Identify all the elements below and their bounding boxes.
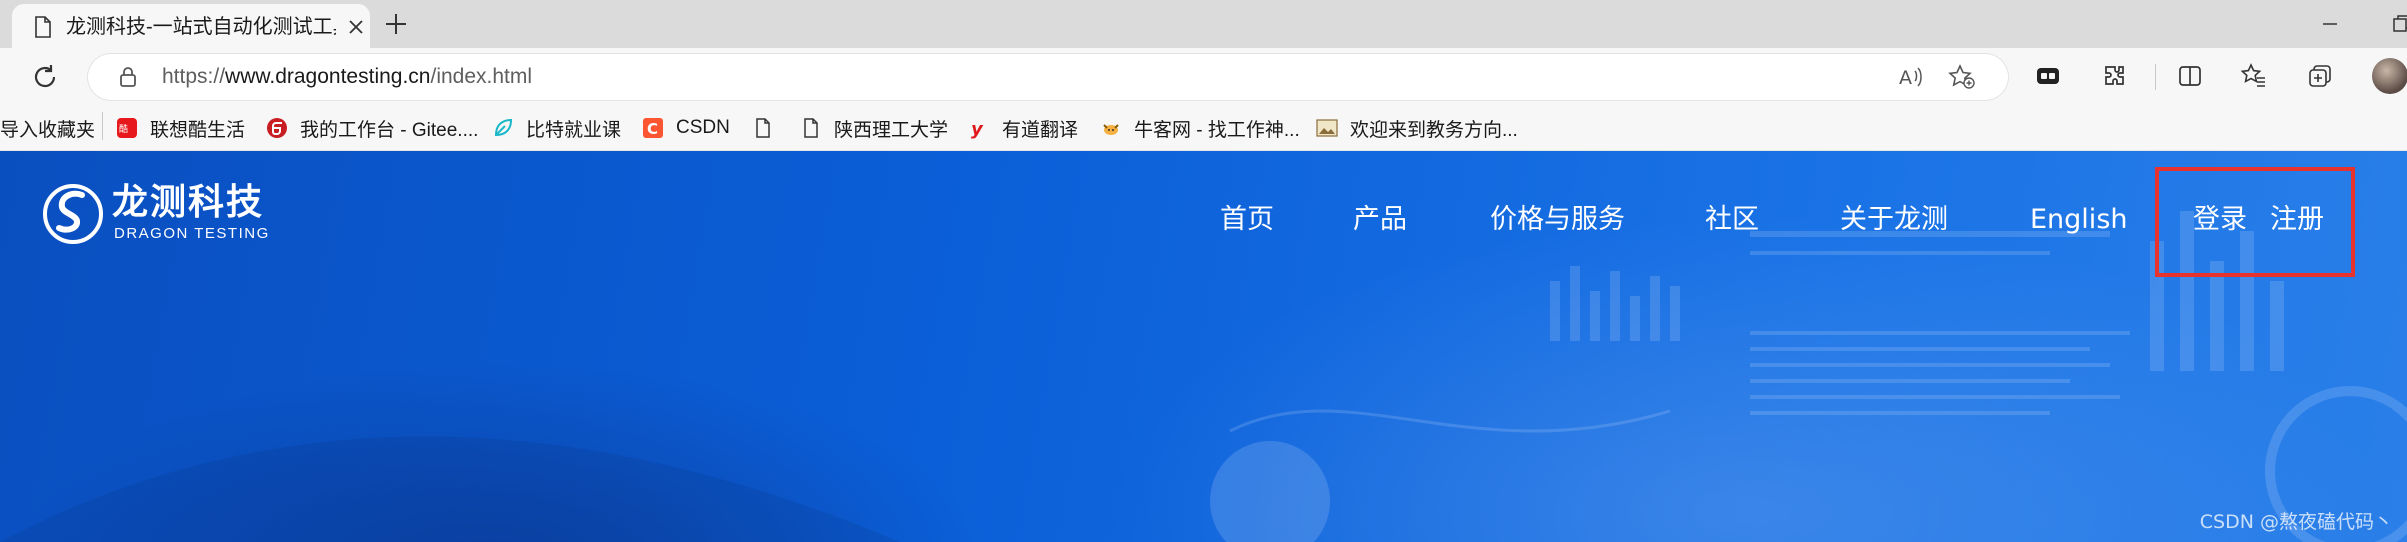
bookmark-snut[interactable]: 陕西理工大学 [800,106,948,150]
nowcoder-icon [1100,117,1122,139]
profile-avatar[interactable] [2372,58,2407,94]
extensions-puzzle-icon[interactable] [2100,62,2128,90]
url-text[interactable]: https://www.dragontesting.cn/index.html [162,64,532,90]
restore-icon[interactable] [2390,12,2407,36]
site-logo[interactable]: 龙测科技 DRAGON TESTING [40,179,280,249]
split-screen-icon[interactable] [2176,62,2204,90]
svg-text:y: y [971,119,984,139]
toolbar-divider [2155,64,2156,90]
browser-tab-strip: 龙测科技-一站式自动化测试工具 [0,0,2407,48]
extension-icon[interactable] [2034,62,2062,90]
browser-tab[interactable]: 龙测科技-一站式自动化测试工具 [12,4,370,48]
svg-text:C: C [647,120,658,138]
logo-cn-text: 龙测科技 [112,182,265,223]
csdn-watermark: CSDN @熬夜磕代码丶 [2199,511,2393,533]
nav-products[interactable]: 产品 [1353,203,1407,237]
svg-text:酷: 酷 [119,123,128,135]
lock-icon[interactable] [118,66,138,88]
page-icon [800,117,822,139]
refresh-icon[interactable] [30,62,60,92]
collections-icon[interactable] [2306,62,2334,90]
bookmark-csdn[interactable]: C CSDN [642,106,730,150]
bookmark-nowcoder[interactable]: 牛客网 - 找工作神... [1100,106,1300,150]
bookmark-label: 陕西理工大学 [834,119,949,141]
bookmark-label: 牛客网 - 找工作神... [1134,119,1300,141]
tab-title: 龙测科技-一站式自动化测试工具 [66,16,336,38]
leaf-icon [492,117,514,139]
bookmark-import[interactable]: 导入收藏夹 [0,106,95,150]
bookmark-label: CSDN [676,117,730,138]
read-aloud-icon[interactable]: A [1898,65,1924,89]
bookmark-label: 欢迎来到教务方向... [1350,119,1518,141]
annotation-highlight-box [2155,167,2355,277]
bookmark-label: 有道翻译 [1002,119,1079,141]
minimize-icon[interactable] [2318,12,2342,36]
bookmark-gitee[interactable]: 我的工作台 - Gitee.... [266,106,478,150]
nav-about[interactable]: 关于龙测 [1840,203,1948,237]
lenovo-icon: 酷 [116,117,138,139]
page-icon [752,117,774,139]
page-icon [35,16,51,38]
address-bar[interactable]: https://www.dragontesting.cn/index.html … [88,54,2008,100]
nav-english[interactable]: English [2030,203,2128,237]
bookmarks-bar: 导入收藏夹 酷 联想酷生活 我的工作台 - Gitee.... 比特就业课 C … [0,106,2407,151]
bookmark-label: 比特就业课 [526,119,622,141]
bookmark-jiaowu[interactable]: 欢迎来到教务方向... [1316,106,1518,150]
favorites-icon[interactable] [2240,62,2268,90]
bookmark-bite[interactable]: 比特就业课 [492,106,621,150]
nav-community[interactable]: 社区 [1705,203,1759,237]
site-header-hero: 龙测科技 DRAGON TESTING 首页 产品 价格与服务 社区 关于龙测 … [0,151,2407,542]
new-tab-icon[interactable] [382,10,410,38]
add-favorite-icon[interactable] [1948,64,1976,90]
nav-home[interactable]: 首页 [1220,203,1274,237]
image-icon [1316,117,1338,139]
bookmark-blank[interactable] [752,106,786,150]
url-domain: www.dragontesting.cn [225,65,431,88]
bookmark-lenovo[interactable]: 酷 联想酷生活 [116,106,245,150]
bookmark-label: 我的工作台 - Gitee.... [300,119,479,141]
logo-en-text: DRAGON TESTING [114,225,270,242]
bookmarks-divider [102,112,103,140]
close-tab-icon[interactable] [346,17,366,37]
gitee-icon [266,117,288,139]
nav-pricing[interactable]: 价格与服务 [1490,203,1625,237]
svg-text:A: A [1899,67,1912,89]
url-path: /index.html [430,65,533,88]
url-scheme: https:// [162,65,226,88]
bookmark-label: 导入收藏夹 [0,119,96,141]
csdn-icon: C [642,117,664,139]
bookmark-youdao[interactable]: y 有道翻译 [968,106,1078,150]
bookmark-label: 联想酷生活 [150,119,246,141]
dragon-logo-icon [43,184,103,244]
youdao-icon: y [968,117,990,139]
